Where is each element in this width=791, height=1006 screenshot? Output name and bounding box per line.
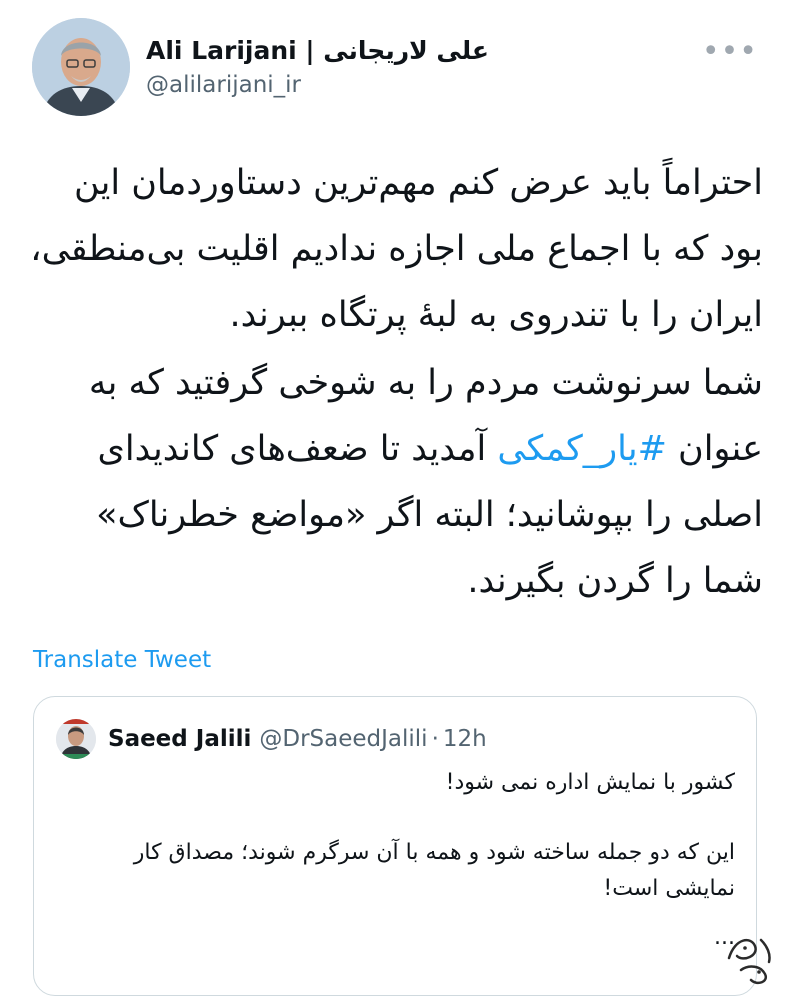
watermark-logo bbox=[721, 928, 781, 988]
tweet-text: احتراماً باید عرض کنم مهم‌ترین دستاوردما… bbox=[30, 150, 763, 614]
tweet-paragraph: شما سرنوشت مردم را به شوخی گرفتید که به … bbox=[30, 350, 763, 614]
quoted-paragraph: کشور با نمایش اداره نمی شود! bbox=[445, 770, 735, 795]
quoted-paragraph: این که دو جمله ساخته شود و همه با آن سرگ… bbox=[133, 840, 735, 901]
translate-tweet-link[interactable]: Translate Tweet bbox=[33, 644, 211, 676]
quoted-tweet-header: Saeed Jalili @DrSaeedJalili · 12h bbox=[56, 719, 487, 759]
quoted-author-avatar[interactable] bbox=[56, 719, 96, 759]
author-avatar[interactable] bbox=[32, 18, 130, 116]
tweet-paragraph: احتراماً باید عرض کنم مهم‌ترین دستاوردما… bbox=[30, 163, 763, 335]
author-handle[interactable]: @alilarijani_ir bbox=[146, 68, 489, 102]
quoted-author-handle[interactable]: @DrSaeedJalili bbox=[259, 726, 427, 752]
quoted-ellipsis: ... bbox=[714, 925, 735, 950]
author-display-name[interactable]: Ali Larijani | علی لاریجانی bbox=[146, 34, 489, 68]
quoted-tweet[interactable]: Saeed Jalili @DrSaeedJalili · 12h کشور ب… bbox=[33, 696, 757, 996]
quoted-tweet-text: کشور با نمایش اداره نمی شود! این که دو ج… bbox=[62, 765, 735, 907]
hashtag-link[interactable]: #یار_کمکی bbox=[497, 429, 667, 469]
quoted-tweet-time[interactable]: 12h bbox=[443, 726, 487, 752]
more-horizontal-icon[interactable]: ••• bbox=[702, 37, 758, 67]
separator-dot: · bbox=[431, 726, 439, 752]
tweet-header: Ali Larijani | علی لاریجانی @alilarijani… bbox=[32, 18, 762, 118]
quoted-author-name[interactable]: Saeed Jalili bbox=[108, 726, 251, 752]
